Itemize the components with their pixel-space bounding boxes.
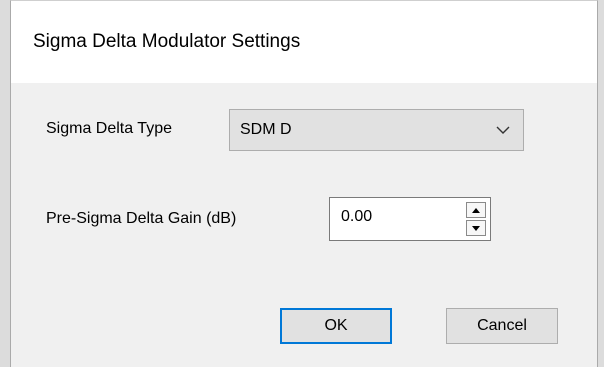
dialog-title-bar: Sigma Delta Modulator Settings [11,1,597,83]
settings-dialog: Sigma Delta Modulator Settings Sigma Del… [10,0,598,367]
gain-stepper: 0.00 [329,197,491,241]
sigma-delta-type-dropdown[interactable]: SDM D [229,109,524,151]
sigma-delta-type-label: Sigma Delta Type [46,120,172,137]
chevron-down-icon [496,126,510,134]
dialog-title: Sigma Delta Modulator Settings [33,31,301,52]
ok-button[interactable]: OK [280,308,392,344]
pre-sigma-delta-gain-label: Pre-Sigma Delta Gain (dB) [46,210,237,227]
triangle-up-icon [472,208,480,213]
gain-decrement-button[interactable] [466,220,486,236]
triangle-down-icon [472,226,480,231]
sigma-delta-type-value: SDM D [240,121,292,138]
gain-input[interactable]: 0.00 [341,208,372,226]
gain-stepper-buttons [466,202,486,236]
cancel-button[interactable]: Cancel [446,308,558,344]
gain-increment-button[interactable] [466,202,486,218]
